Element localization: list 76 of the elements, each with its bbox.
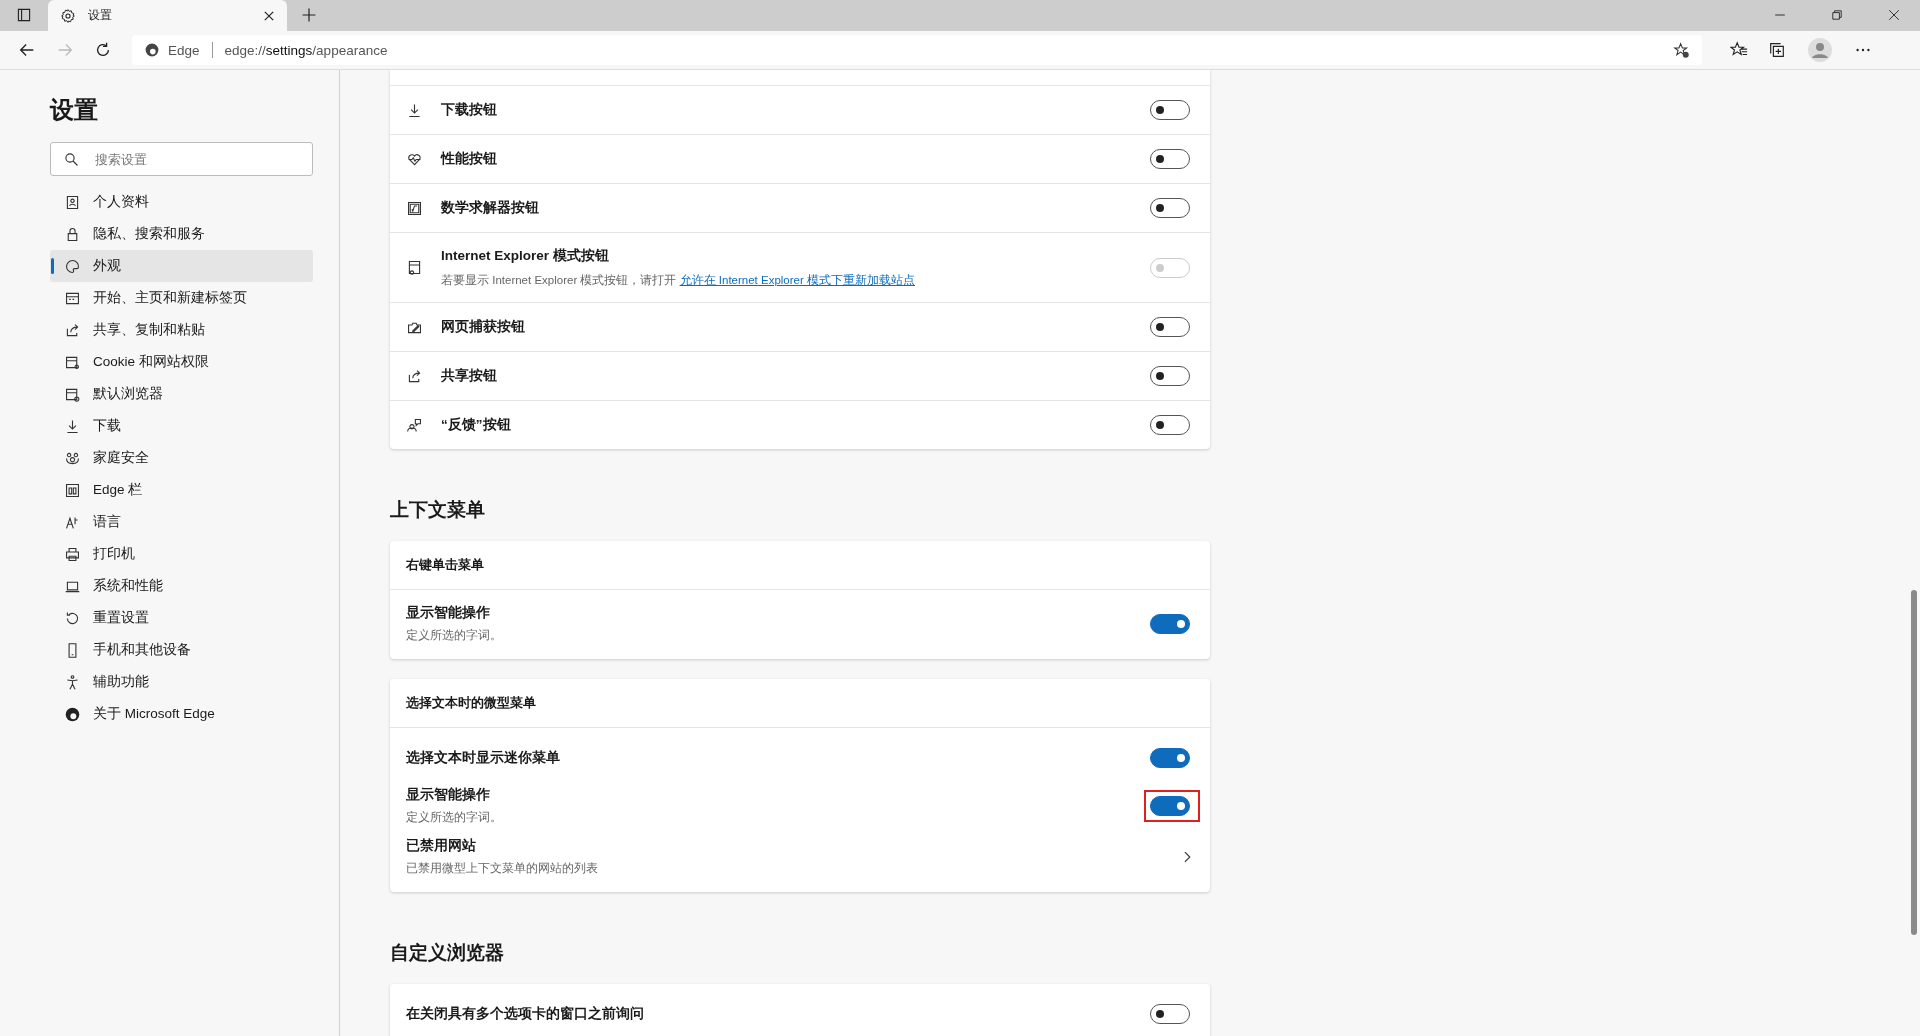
new-tab-icon[interactable] (301, 7, 317, 23)
profile-avatar[interactable] (1808, 38, 1832, 62)
close-icon[interactable] (1888, 9, 1900, 21)
sidebar-item[interactable]: 默认浏览器 (50, 378, 313, 410)
toggle-switch[interactable] (1150, 415, 1190, 435)
sidebar-item[interactable]: 语言 (50, 506, 313, 538)
scrollbar[interactable] (1911, 590, 1917, 935)
setting-title: 已禁用网站 (406, 837, 477, 855)
tab-actions-icon[interactable] (16, 7, 32, 23)
sidebar-item[interactable]: 隐私、搜索和服务 (50, 218, 313, 250)
toggle-switch[interactable] (1150, 795, 1190, 816)
setting-title: 共享按钮 (441, 367, 498, 385)
setting-description: 定义所选的字词。 (406, 810, 503, 825)
setting-title: 显示智能操作 (406, 786, 491, 804)
search-field[interactable]: 搜索设置 (50, 142, 313, 176)
setting-title: 性能按钮 (441, 150, 498, 168)
address-bar[interactable]: Edge edge://settings/appearance (132, 35, 1702, 65)
toggle-switch[interactable] (1150, 1004, 1190, 1024)
person-card-icon (64, 193, 81, 211)
sidebar-item[interactable]: Cookie 和网站权限 (50, 346, 313, 378)
share-icon (406, 367, 423, 385)
collections-icon[interactable] (1768, 41, 1786, 59)
toggle-switch[interactable] (1150, 149, 1190, 169)
sidebar-item[interactable]: 共享、复制和粘贴 (50, 314, 313, 346)
browser-tab[interactable]: 设置 (48, 0, 287, 31)
calculator-icon (406, 199, 423, 217)
restore-icon[interactable] (1831, 9, 1843, 21)
sidebar-item[interactable]: 下载 (50, 410, 313, 442)
sidebar-item[interactable]: 个人资料 (50, 186, 313, 218)
setting-title: “反馈”按钮 (441, 416, 512, 434)
refresh-icon[interactable] (94, 41, 112, 59)
sidebar-item[interactable]: 关于 Microsoft Edge (50, 698, 313, 730)
sidebar-item[interactable]: 手机和其他设备 (50, 634, 313, 666)
setting-title: 显示智能操作 (406, 604, 491, 622)
sidebar-panel-icon (64, 481, 81, 499)
browser-window-icon (406, 259, 423, 276)
feedback-icon (406, 416, 423, 434)
palette-icon (64, 257, 81, 275)
close-icon[interactable] (263, 9, 275, 22)
setting-title: 下载按钮 (441, 101, 498, 119)
sidebar-item[interactable]: 开始、主页和新建标签页 (50, 282, 313, 314)
sidebar-title: 设置 (50, 95, 99, 125)
toggle-switch[interactable] (1150, 748, 1190, 768)
sidebar-item[interactable]: Edge 栏 (50, 474, 313, 506)
sidebar-item[interactable]: 辅助功能 (50, 666, 313, 698)
settings-icon (60, 7, 76, 24)
favorites-icon[interactable] (1730, 41, 1748, 59)
setting-title: 选择文本时显示迷你菜单 (406, 749, 561, 767)
setting-title: 数学求解器按钮 (441, 199, 540, 217)
sidebar-item[interactable]: 重置设置 (50, 602, 313, 634)
setting-description: 定义所选的字词。 (406, 628, 503, 643)
add-favorite-icon[interactable] (1673, 41, 1690, 59)
printer-icon (64, 545, 81, 563)
share-icon (64, 321, 81, 339)
card-header: 右键单击菜单 (390, 541, 1210, 590)
sidebar-item[interactable]: 家庭安全 (50, 442, 313, 474)
search-icon (64, 152, 79, 167)
sidebar-item[interactable]: 打印机 (50, 538, 313, 570)
card-header: 选择文本时的微型菜单 (390, 679, 1210, 728)
setting-title: 网页捕获按钮 (441, 318, 526, 336)
setting-description: 若要显示 Internet Explorer 模式按钮，请打开 允许在 Internet Explorer 模式下重新加载站点 (441, 273, 916, 288)
setting-description: 已禁用微型上下文菜单的网站的列表 (406, 861, 599, 876)
setting-title: Internet Explorer 模式按钮 (441, 247, 610, 265)
toggle-switch[interactable] (1150, 317, 1190, 337)
accessibility-icon (64, 673, 81, 691)
section-heading: 自定义浏览器 (390, 941, 505, 965)
toggle-switch[interactable] (1150, 198, 1190, 218)
toggle-switch[interactable] (1150, 613, 1190, 634)
forward-icon (56, 41, 74, 59)
sidebar-item[interactable]: 外观 (50, 250, 313, 282)
back-icon[interactable] (18, 41, 36, 59)
sidebar-item[interactable]: 系统和性能 (50, 570, 313, 602)
toggle-switch[interactable] (1150, 366, 1190, 386)
section-heading: 上下文菜单 (390, 498, 486, 522)
setting-title: 在关闭具有多个选项卡的窗口之前询问 (406, 1005, 645, 1023)
toggle-switch[interactable] (1150, 100, 1190, 120)
